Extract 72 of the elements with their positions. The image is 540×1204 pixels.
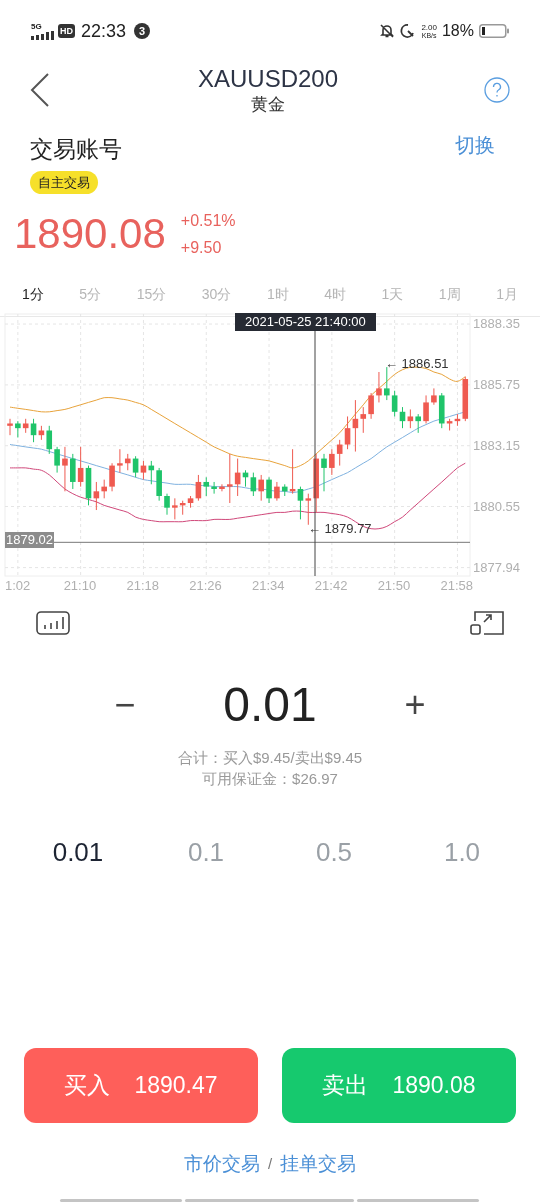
candle <box>7 418 13 436</box>
high-price-marker: ← 1886.51 <box>385 357 449 371</box>
pending-order-link[interactable]: 挂单交易 <box>280 1150 357 1179</box>
back-button[interactable] <box>30 71 52 109</box>
timeframe-tab[interactable]: 1分 <box>14 283 52 305</box>
price-axis-label: 1877.94 <box>473 560 520 574</box>
timeframe-tab[interactable]: 15分 <box>128 283 175 305</box>
mode-badge: 自主交易 <box>30 171 98 194</box>
lot-preset-option[interactable]: 0.5 <box>270 833 398 872</box>
buy-button[interactable]: 买入 1890.47 <box>24 1048 258 1123</box>
candle <box>321 453 327 492</box>
account-title: 交易账号 <box>30 135 122 164</box>
timeframe-tab[interactable]: 4时 <box>316 283 354 305</box>
time-axis-label: 21:58 <box>440 579 473 592</box>
time-axis-label: 21:10 <box>63 579 97 592</box>
symbol-subtitle: 黄金 <box>251 94 285 116</box>
price-axis-label: 1883.15 <box>473 438 520 452</box>
symbol-title: XAUUSD200 <box>197 64 339 95</box>
candle <box>164 493 170 516</box>
timeframe-tab[interactable]: 1周 <box>430 283 469 305</box>
battery-icon <box>479 24 509 38</box>
candle <box>376 371 382 403</box>
switch-link[interactable]: 切换 <box>455 130 495 160</box>
increase-button[interactable]: + <box>395 687 435 723</box>
candle <box>219 483 225 492</box>
time-axis-label: 21:50 <box>377 579 411 592</box>
market-order-link[interactable]: 市价交易 <box>183 1150 260 1179</box>
clock: 22:33 <box>81 19 127 43</box>
total-cost-text: 合计：买入$9.45/卖出$9.45 <box>177 748 363 768</box>
data-saver-icon <box>400 23 417 39</box>
change-percent: +0.51% <box>180 211 236 231</box>
candle <box>109 462 115 492</box>
time-axis-label: 21:34 <box>252 579 285 592</box>
notification-count: 3 <box>134 23 151 39</box>
network-speed: 2.00 <box>421 23 437 32</box>
help-icon[interactable] <box>484 77 510 103</box>
hd-badge: HD <box>58 24 75 38</box>
timeframe-tab[interactable]: 1时 <box>258 283 297 305</box>
change-amount: +9.50 <box>180 238 223 258</box>
back-icon <box>30 72 50 108</box>
timeframe-tab[interactable]: 30分 <box>193 283 240 305</box>
bell-off-icon <box>379 23 396 39</box>
price-axis-label: 1888.35 <box>473 317 520 331</box>
price-axis-label: 1880.55 <box>473 499 520 513</box>
lot-preset-option[interactable]: 0.01 <box>14 833 142 872</box>
lot-size-value: 0.01 <box>222 681 318 729</box>
time-axis-label: 21:42 <box>314 579 348 592</box>
available-margin-text: 可用保证金：$26.97 <box>202 769 338 789</box>
network-label: 5G <box>31 22 43 31</box>
decrease-button[interactable]: − <box>105 687 145 723</box>
lot-preset-option[interactable]: 0.1 <box>142 833 270 872</box>
timeframe-tab[interactable]: 1天 <box>373 283 412 305</box>
current-price: 1890.08 <box>14 213 166 255</box>
time-axis-label: 1:02 <box>5 579 31 592</box>
indicator-icon[interactable] <box>36 611 70 635</box>
link-separator: / <box>267 1154 273 1174</box>
time-axis-label: 21:26 <box>189 579 222 592</box>
low-price-marker: ← 1879.77 <box>308 521 372 535</box>
candle <box>62 446 68 492</box>
time-axis-label: 21:18 <box>126 579 159 592</box>
lot-preset-option[interactable]: 1.0 <box>398 833 526 872</box>
timeframe-tab[interactable]: 1月 <box>488 283 526 305</box>
sell-button[interactable]: 卖出 1890.08 <box>282 1048 516 1123</box>
candle <box>423 394 429 424</box>
battery-percent: 18% <box>441 21 474 41</box>
candle <box>266 476 272 504</box>
price-axis-label: 1885.75 <box>473 377 520 391</box>
crosshair-time-label: 2021-05-25 21:40:00 <box>235 313 376 331</box>
signal-icon <box>31 30 55 40</box>
timeframe-tab[interactable]: 5分 <box>71 283 110 305</box>
crosshair-price-label: 1879.02 <box>5 532 54 549</box>
fullscreen-icon[interactable] <box>470 611 504 635</box>
